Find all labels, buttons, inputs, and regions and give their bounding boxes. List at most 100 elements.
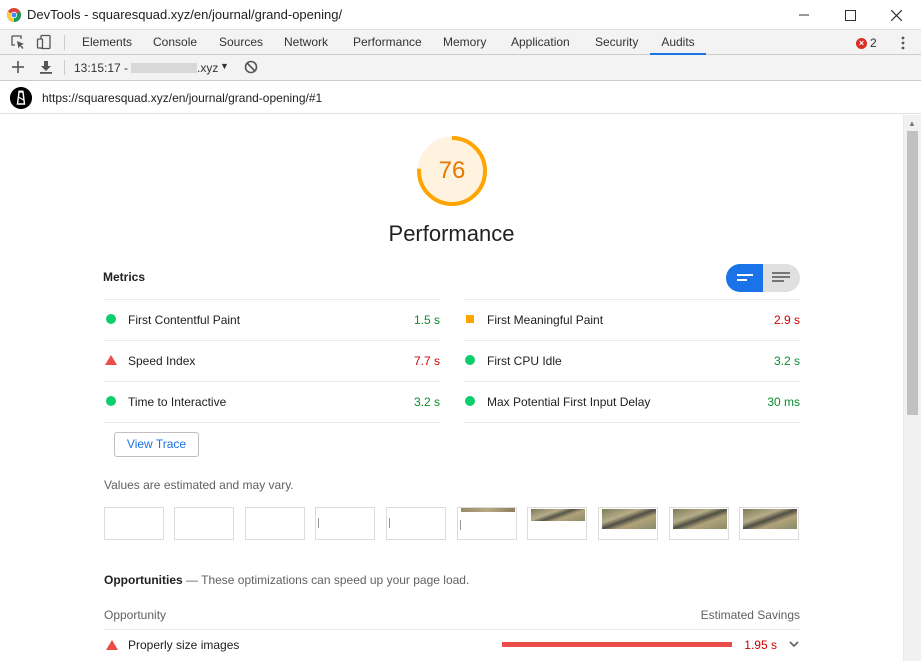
divider <box>104 422 440 423</box>
divider <box>464 422 800 423</box>
report-domain[interactable]: .xyz <box>197 61 218 75</box>
fail-icon <box>105 355 117 365</box>
opportunities-title: Opportunities <box>104 573 183 587</box>
maximize-button[interactable] <box>827 0 873 30</box>
more-options-icon[interactable] <box>897 36 909 50</box>
filmstrip-frame <box>245 507 305 540</box>
pass-icon <box>465 355 475 365</box>
redacted-domain <box>131 63 197 73</box>
divider <box>464 340 800 341</box>
audited-url: https://squaresquad.xyz/en/journal/grand… <box>42 91 323 105</box>
lighthouse-logo-icon <box>10 87 32 109</box>
metric-first-contentful-paint: First Contentful Paint 1.5 s <box>104 310 440 330</box>
metrics-view-toggle[interactable] <box>726 264 800 292</box>
lighthouse-report: 76 Performance Metrics First Contentful … <box>0 115 903 661</box>
device-toolbar-icon[interactable] <box>36 34 52 50</box>
audits-toolbar: 13:15:17 - .xyz ▼ <box>0 55 921 81</box>
metric-value: 1.5 s <box>413 313 440 327</box>
metric-speed-index: Speed Index 7.7 s <box>104 351 440 371</box>
report-scrollbar[interactable]: ▲ <box>903 115 921 661</box>
close-icon <box>890 9 902 21</box>
tab-performance[interactable]: Performance <box>353 30 422 55</box>
opportunity-row-properly-size-images[interactable]: Properly size images 1.95 s <box>104 629 800 659</box>
metric-label: Max Potential First Input Delay <box>487 395 651 409</box>
inspect-element-icon[interactable] <box>10 34 26 50</box>
metric-value: 3.2 s <box>773 354 800 368</box>
tab-application[interactable]: Application <box>511 30 570 55</box>
window-title-bar: DevTools - squaresquad.xyz/en/journal/gr… <box>0 0 921 30</box>
scroll-up-arrow-icon[interactable]: ▲ <box>908 119 916 128</box>
pass-icon <box>106 396 116 406</box>
average-icon <box>466 315 474 323</box>
metric-value: 3.2 s <box>413 395 440 409</box>
opportunity-column-header: Opportunity <box>104 608 167 622</box>
savings-bar <box>502 642 732 647</box>
tab-sources[interactable]: Sources <box>219 30 263 55</box>
maximize-icon <box>844 9 856 21</box>
filmstrip-frame <box>598 507 658 540</box>
metric-value: 7.7 s <box>413 354 440 368</box>
metric-max-potential-fid: Max Potential First Input Delay 30 ms <box>463 392 800 412</box>
plus-icon[interactable] <box>11 60 25 74</box>
view-trace-button[interactable]: View Trace <box>114 432 199 457</box>
performance-score: 76 <box>438 157 466 184</box>
divider <box>464 381 800 382</box>
audited-url-bar: https://squaresquad.xyz/en/journal/grand… <box>0 82 921 114</box>
metric-label: First CPU Idle <box>487 354 562 368</box>
metric-label: First Contentful Paint <box>128 313 241 327</box>
clear-icon[interactable] <box>244 60 258 74</box>
metrics-heading: Metrics <box>103 270 146 284</box>
tab-network[interactable]: Network <box>284 30 328 55</box>
expanded-view-button[interactable] <box>763 264 800 292</box>
toolbar-divider <box>64 60 65 75</box>
error-icon: × <box>856 37 867 49</box>
savings-column-header: Estimated Savings <box>700 608 800 622</box>
tab-console[interactable]: Console <box>153 30 197 55</box>
fail-icon <box>106 640 118 650</box>
error-count: 2 <box>870 36 877 50</box>
filmstrip-frame <box>174 507 234 540</box>
devtools-tab-bar: Elements Console Sources Network Perform… <box>0 30 921 55</box>
minimize-button[interactable] <box>781 0 827 30</box>
metric-value: 30 ms <box>767 395 800 409</box>
toolbar-divider <box>64 35 65 50</box>
tab-elements[interactable]: Elements <box>82 30 132 55</box>
estimated-values-note: Values are estimated and may vary. <box>104 478 294 492</box>
divider <box>464 299 800 300</box>
tab-security[interactable]: Security <box>595 30 638 55</box>
divider <box>104 340 440 341</box>
opportunity-label: Properly size images <box>128 638 240 652</box>
chrome-logo-icon <box>7 8 21 22</box>
filmstrip-frame <box>457 507 517 540</box>
metric-label: Time to Interactive <box>128 395 227 409</box>
report-select-caret-icon[interactable]: ▼ <box>220 61 229 71</box>
report-timestamp[interactable]: 13:15:17 - <box>74 61 128 75</box>
opportunity-savings: 1.95 s <box>744 638 777 652</box>
filmstrip-frame <box>669 507 729 540</box>
metric-first-meaningful-paint: First Meaningful Paint 2.9 s <box>463 310 800 330</box>
filmstrip-frame <box>315 507 375 540</box>
opportunities-subtitle: — These optimizations can speed up your … <box>182 573 470 587</box>
pass-icon <box>106 314 116 324</box>
tab-memory[interactable]: Memory <box>443 30 486 55</box>
opportunities-heading: Opportunities — These optimizations can … <box>104 573 469 587</box>
download-icon[interactable] <box>39 60 53 74</box>
compact-view-button[interactable] <box>726 264 763 292</box>
close-window-button[interactable] <box>873 0 919 30</box>
tab-audits[interactable]: Audits <box>650 30 706 55</box>
window-title: DevTools - squaresquad.xyz/en/journal/gr… <box>27 7 343 22</box>
filmstrip-frame <box>386 507 446 540</box>
pass-icon <box>465 396 475 406</box>
category-title: Performance <box>388 221 515 246</box>
divider <box>104 299 440 300</box>
filmstrip-frame <box>527 507 587 540</box>
filmstrip-frame <box>739 507 799 540</box>
error-count-badge[interactable]: × 2 <box>856 36 877 50</box>
divider <box>104 381 440 382</box>
metric-value: 2.9 s <box>773 313 800 327</box>
metric-label: Speed Index <box>128 354 196 368</box>
filmstrip-frame <box>104 507 164 540</box>
minimize-icon <box>799 14 809 16</box>
chevron-down-icon[interactable] <box>788 639 800 649</box>
scrollbar-thumb[interactable] <box>907 131 918 415</box>
